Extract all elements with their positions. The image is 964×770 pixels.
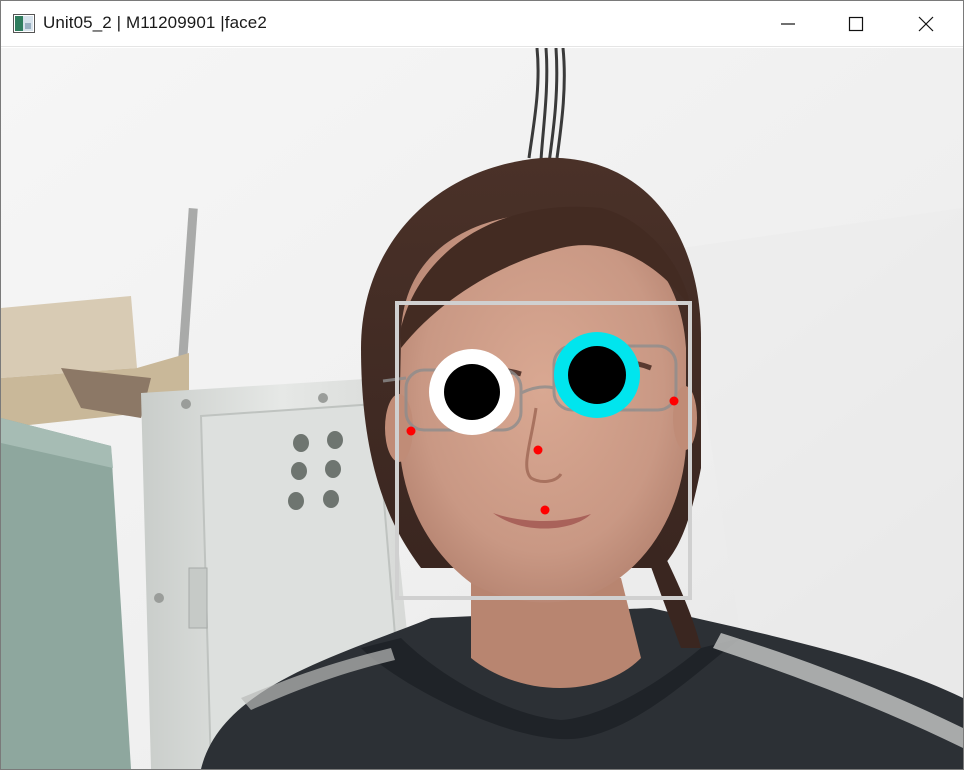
title-bar[interactable]: Unit05_2 | M11209901 |face2 <box>1 1 963 47</box>
maximize-icon <box>848 16 864 32</box>
landmark-right-ear <box>669 396 679 406</box>
maximize-button[interactable] <box>821 1 891 47</box>
window-title: Unit05_2 | M11209901 |face2 <box>43 13 267 32</box>
close-icon <box>918 16 934 32</box>
close-button[interactable] <box>891 1 961 47</box>
landmark-left-ear <box>406 426 416 436</box>
green-cabinet <box>1 418 131 769</box>
app-window: Unit05_2 | M11209901 |face2 <box>0 0 964 770</box>
landmark-mouth <box>540 505 550 515</box>
camera-feed <box>1 48 963 769</box>
left-eye-marker <box>429 349 515 435</box>
camera-frame <box>1 48 963 769</box>
right-eye-marker <box>554 332 640 418</box>
landmark-nose <box>533 445 543 455</box>
minimize-button[interactable] <box>753 1 823 47</box>
minimize-icon <box>781 23 795 25</box>
app-window-icon <box>13 14 35 33</box>
